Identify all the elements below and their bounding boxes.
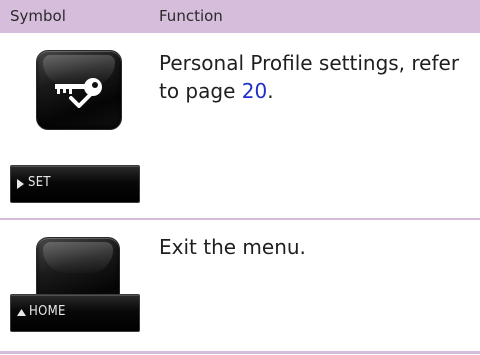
set-soft-key[interactable]: SET [10, 165, 140, 203]
soft-key-label: HOME [29, 304, 66, 319]
home-soft-key[interactable]: HOME [10, 294, 140, 332]
symbol-function-table: Symbol Function SET Personal Profile set… [0, 0, 480, 355]
function-description: Exit the menu. [159, 235, 306, 259]
key-check-icon [55, 78, 102, 108]
soft-key-label: SET [28, 175, 51, 190]
function-column-header: Function [159, 7, 223, 25]
right-triangle-icon [17, 179, 24, 189]
symbol-column-header: Symbol [10, 7, 66, 25]
up-triangle-icon [17, 309, 26, 316]
row-divider [0, 218, 480, 220]
function-description: Personal Profile settings, refer to page… [159, 51, 460, 103]
page-link[interactable]: 20 [242, 79, 267, 103]
personal-profile-key[interactable] [36, 50, 122, 130]
row-divider [0, 351, 480, 354]
table-header: Symbol Function [0, 0, 480, 33]
